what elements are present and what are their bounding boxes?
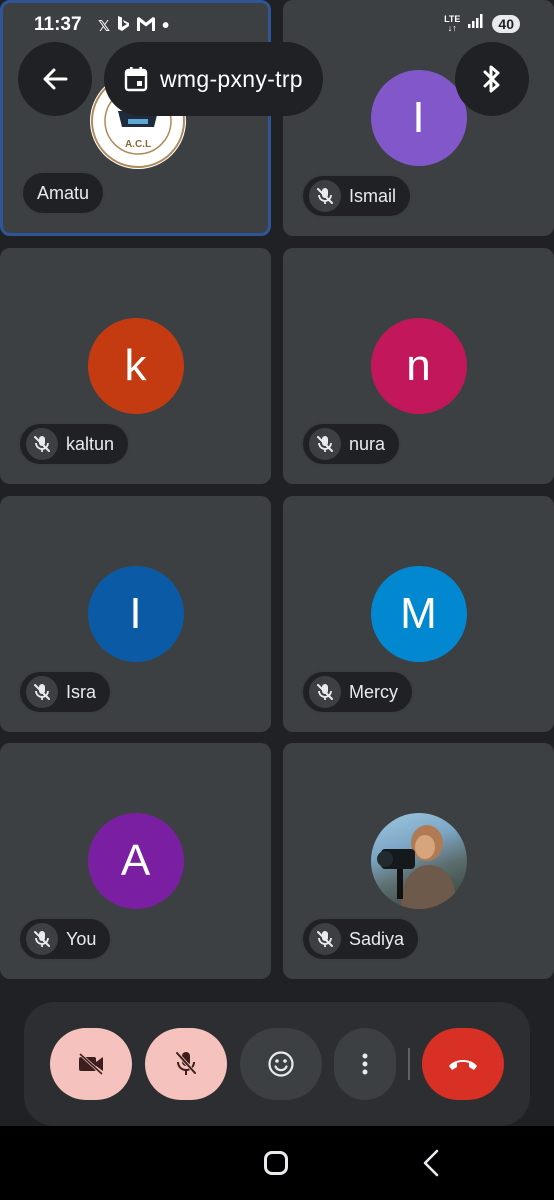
participant-name: nura <box>349 433 386 454</box>
participant-name-pill: nura <box>301 422 402 466</box>
camera-off-icon <box>78 1053 104 1075</box>
avatar <box>370 813 467 909</box>
participant-tile-nura[interactable]: n nura <box>283 248 554 484</box>
mic-off-icon <box>309 428 341 460</box>
participant-name-pill: Isra <box>18 670 113 714</box>
more-options-button[interactable] <box>334 1028 396 1100</box>
participant-tile-kaltun[interactable]: k kaltun <box>0 248 271 484</box>
bluetooth-icon <box>483 65 500 93</box>
meeting-code: wmg-pxny-trp <box>160 65 303 92</box>
home-icon[interactable] <box>264 1151 288 1175</box>
avatar: A <box>87 813 184 909</box>
avatar: k <box>87 318 184 414</box>
emoji-icon <box>268 1051 294 1077</box>
mic-off-icon <box>309 923 341 955</box>
avatar-initial: M <box>400 589 437 638</box>
avatar-initial: n <box>406 341 431 390</box>
participant-name: Mercy <box>349 681 398 702</box>
participant-name-pill: Amatu <box>21 171 106 215</box>
lte-indicator: LTE ↓↑ <box>444 13 461 33</box>
mic-toggle-button[interactable] <box>145 1028 227 1100</box>
system-nav-bar <box>0 1126 554 1200</box>
participant-tile-you[interactable]: A You <box>0 743 271 979</box>
participant-name-pill: Mercy <box>301 670 414 714</box>
mic-off-icon <box>309 676 341 708</box>
participant-tile-sadiya[interactable]: Sadiya <box>283 743 554 979</box>
signal-icon <box>468 14 484 33</box>
end-call-button[interactable] <box>422 1028 504 1100</box>
mic-off-icon <box>26 428 58 460</box>
system-status: LTE ↓↑ 40 <box>444 14 520 33</box>
gmail-icon <box>136 16 156 36</box>
back-button[interactable] <box>18 42 92 116</box>
participant-tile-isra[interactable]: I Isra <box>0 496 271 732</box>
back-icon[interactable] <box>420 1148 442 1178</box>
bing-icon <box>116 15 130 37</box>
mic-off-icon <box>26 676 58 708</box>
more-vert-icon <box>362 1053 368 1075</box>
participant-name-pill: Sadiya <box>301 917 421 961</box>
arrow-left-icon <box>43 68 68 90</box>
participant-name-pill: You <box>18 917 113 961</box>
mic-off-icon <box>175 1051 197 1075</box>
avatar-initial: k <box>124 341 147 390</box>
meeting-info-button[interactable]: wmg-pxny-trp <box>104 42 323 116</box>
dot-icon: • <box>162 15 170 37</box>
calendar-icon <box>124 67 148 92</box>
notification-icons: 𝕏 • <box>98 15 169 37</box>
mic-off-icon <box>309 180 341 212</box>
controls-divider <box>408 1048 410 1080</box>
profile-photo <box>376 825 457 909</box>
audio-device-button[interactable] <box>455 42 529 116</box>
participant-name-pill: Ismail <box>301 174 413 218</box>
avatar-initial: I <box>129 589 142 638</box>
participant-name: Ismail <box>349 185 397 206</box>
participant-name-pill: kaltun <box>18 422 131 466</box>
x-app-icon: 𝕏 <box>98 18 111 35</box>
avatar-initial: A <box>120 836 151 885</box>
participant-name: Isra <box>66 681 97 702</box>
end-call-icon <box>449 1060 477 1070</box>
avatar: M <box>370 566 467 662</box>
svg-text:A.C.L: A.C.L <box>125 139 151 150</box>
participant-name: Amatu <box>37 182 90 203</box>
avatar: I <box>370 70 467 166</box>
mic-off-icon <box>26 923 58 955</box>
avatar: n <box>370 318 467 414</box>
participant-name: You <box>66 928 97 949</box>
status-time: 11:37 <box>34 14 82 35</box>
participant-name: kaltun <box>66 433 115 454</box>
participant-name: Sadiya <box>349 928 405 949</box>
avatar-initial: I <box>412 93 425 142</box>
camera-toggle-button[interactable] <box>50 1028 132 1100</box>
battery-indicator: 40 <box>492 14 520 33</box>
participant-tile-mercy[interactable]: M Mercy <box>283 496 554 732</box>
reactions-button[interactable] <box>240 1028 322 1100</box>
avatar: I <box>87 566 184 662</box>
call-controls <box>24 1002 530 1126</box>
